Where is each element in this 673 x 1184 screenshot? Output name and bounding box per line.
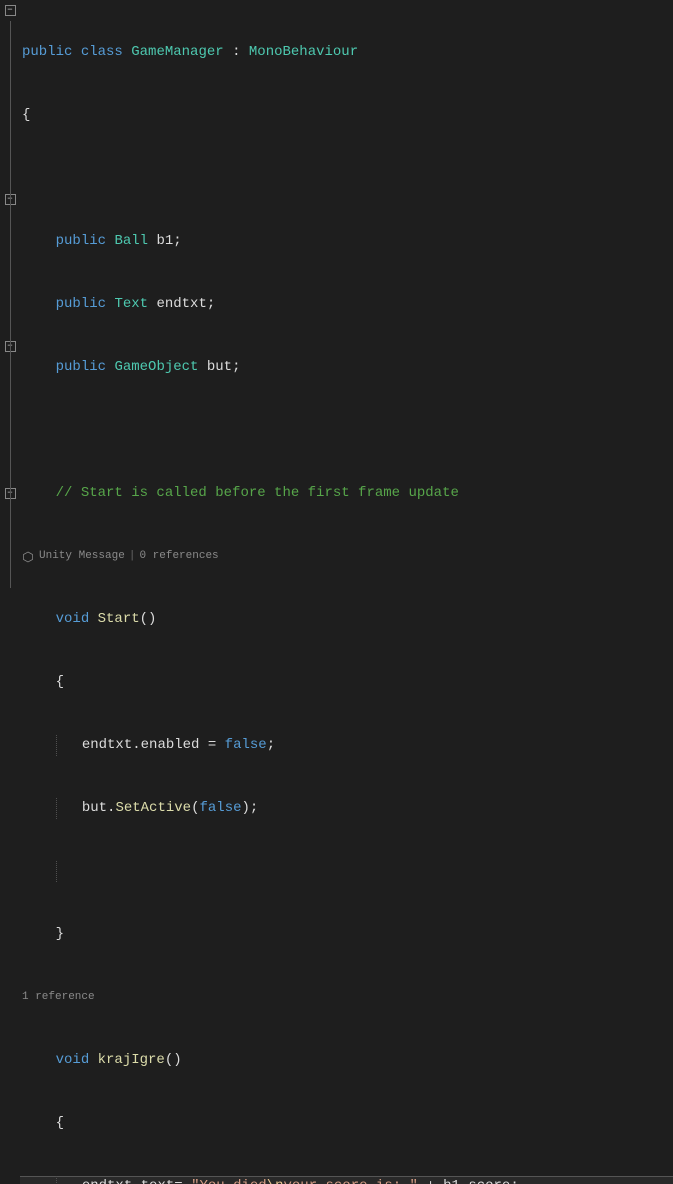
codelens-1ref[interactable]: 1 reference <box>22 987 673 1008</box>
fold-gutter: − − − − <box>0 0 20 1184</box>
field-but: public GameObject but; <box>22 357 673 378</box>
unity-icon <box>22 551 34 563</box>
field-b1: public Ball b1; <box>22 231 673 252</box>
brace-open: { <box>22 105 673 126</box>
start-body-2: but.SetActive(false); <box>22 798 673 819</box>
fold-class-icon[interactable]: − <box>5 5 16 16</box>
field-endtxt: public Text endtxt; <box>22 294 673 315</box>
class-declaration: public class GameManager : MonoBehaviour <box>22 42 673 63</box>
method-start-sig: void Start() <box>22 609 673 630</box>
method-krajigre-sig: void krajIgre() <box>22 1050 673 1071</box>
code-content[interactable]: public class GameManager : MonoBehaviour… <box>20 0 673 1184</box>
krajigre-body-1: endtxt.text= "You died\nyour score is: "… <box>22 1176 673 1184</box>
codelens-unity[interactable]: Unity Message|0 references <box>22 546 673 567</box>
start-body-1: endtxt.enabled = false; <box>22 735 673 756</box>
comment-start: // Start is called before the first fram… <box>22 483 673 504</box>
code-editor[interactable]: − − − − public class GameManager : MonoB… <box>0 0 673 1184</box>
